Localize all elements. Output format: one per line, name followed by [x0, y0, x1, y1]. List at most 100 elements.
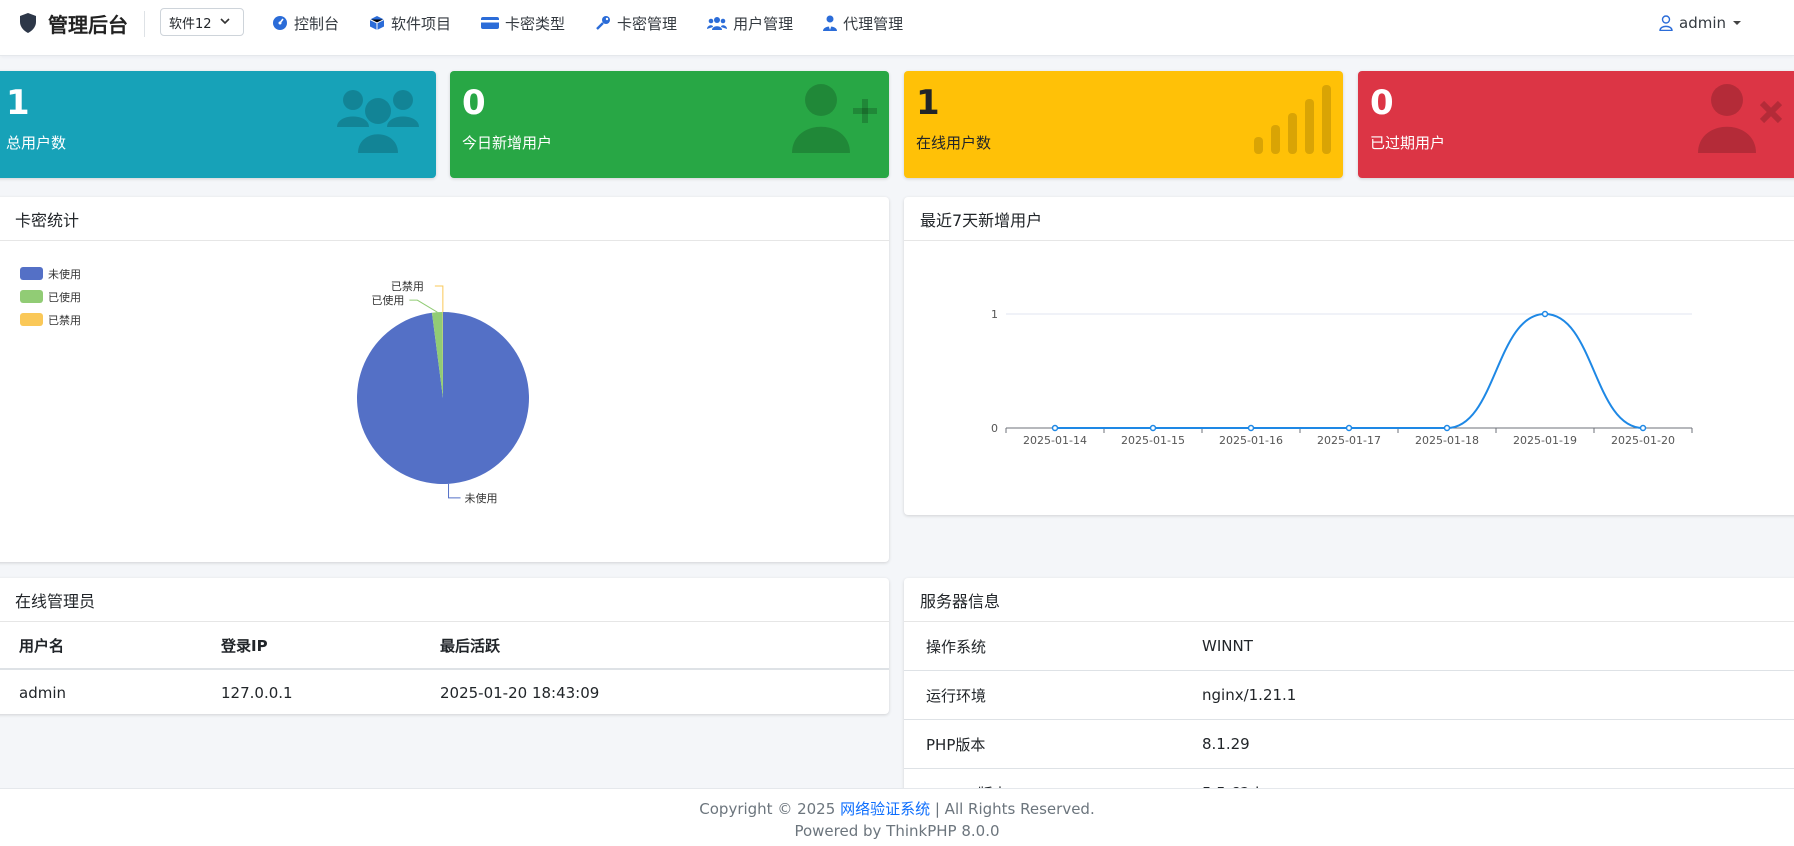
stat-value: 1: [6, 83, 30, 123]
shield-icon: [18, 12, 38, 34]
nav-dashboard-label: 控制台: [294, 13, 339, 34]
cell-login-ip: 127.0.0.1: [202, 669, 421, 714]
stat-label: 已过期用户: [1370, 132, 1445, 153]
pie-leader-line: [409, 300, 437, 312]
nav-software[interactable]: 软件项目: [369, 13, 451, 34]
table-row: 运行环境 nginx/1.21.1: [904, 671, 1794, 720]
brand[interactable]: 管理后台: [18, 0, 128, 46]
server-key: 运行环境: [904, 671, 1180, 720]
table-header-row: 用户名 登录IP 最后活跃: [0, 622, 889, 669]
stat-card-online-users: 1 在线用户数: [904, 71, 1343, 178]
caret-down-icon: [1732, 20, 1742, 26]
legend-label[interactable]: 已禁用: [48, 314, 81, 327]
x-tick-label: 2025-01-16: [1219, 434, 1283, 447]
stat-value: 0: [1370, 83, 1394, 123]
software-select[interactable]: 软件12: [160, 8, 244, 36]
card-stats-title: 卡密统计: [0, 197, 889, 241]
y-tick-label: 1: [991, 308, 998, 321]
online-admins-panel: 在线管理员 用户名 登录IP 最后活跃 admin 127.0.0.1 2025…: [0, 578, 889, 714]
pie-slice-label: 已使用: [371, 294, 404, 307]
table-row: 操作系统 WINNT: [904, 622, 1794, 671]
nav-dashboard[interactable]: 控制台: [272, 13, 339, 34]
stat-label: 今日新增用户: [462, 132, 552, 153]
stat-label: 总用户数: [6, 132, 66, 153]
nav-agents[interactable]: 代理管理: [823, 13, 903, 34]
x-tick-label: 2025-01-18: [1415, 434, 1479, 447]
users-icon: [707, 15, 727, 31]
table-row: admin 127.0.0.1 2025-01-20 18:43:09: [0, 669, 889, 714]
nav-links: 控制台 软件项目 卡密类型 卡密管理 用户管理 代理管理: [272, 0, 933, 46]
online-admins-title: 在线管理员: [0, 578, 889, 622]
software-select-value: 软件12: [169, 13, 212, 32]
legend-label[interactable]: 已使用: [48, 291, 81, 304]
col-last-active: 最后活跃: [421, 622, 889, 669]
server-key: 操作系统: [904, 622, 1180, 671]
pie-leader-line: [435, 286, 443, 312]
users-icon: [337, 83, 419, 153]
data-point[interactable]: [1543, 312, 1548, 317]
server-value: nginx/1.21.1: [1180, 671, 1794, 720]
cell-last-active: 2025-01-20 18:43:09: [421, 669, 889, 714]
footer: Copyright © 2025 网络验证系统 | All Rights Res…: [0, 788, 1794, 846]
chevron-down-icon: [219, 15, 231, 27]
user-tie-icon: [823, 15, 837, 31]
cube-icon: [369, 15, 385, 31]
footer-powered: Powered by ThinkPHP 8.0.0: [0, 822, 1794, 840]
x-tick-label: 2025-01-20: [1611, 434, 1675, 447]
nav-agents-label: 代理管理: [843, 13, 903, 34]
x-tick-label: 2025-01-17: [1317, 434, 1381, 447]
data-point[interactable]: [1249, 426, 1254, 431]
server-value: 8.1.29: [1180, 720, 1794, 769]
pie-slice-label: 未使用: [465, 492, 498, 505]
data-point[interactable]: [1151, 426, 1156, 431]
credit-card-icon: [481, 16, 499, 30]
server-info-panel: 服务器信息 操作系统 WINNT 运行环境 nginx/1.21.1 PHP版本…: [904, 578, 1794, 818]
series-line: [1055, 314, 1643, 428]
user-plus-icon: [792, 83, 878, 153]
new-users-panel: 最近7天新增用户 012025-01-142025-01-152025-01-1…: [904, 197, 1794, 515]
footer-rights: | All Rights Reserved.: [935, 800, 1095, 818]
footer-copyright: Copyright © 2025 网络验证系统 | All Rights Res…: [0, 798, 1794, 819]
footer-copyright-prefix: Copyright © 2025: [699, 800, 835, 818]
col-username: 用户名: [0, 622, 202, 669]
server-key: PHP版本: [904, 720, 1180, 769]
nav-card-types[interactable]: 卡密类型: [481, 13, 565, 34]
data-point[interactable]: [1347, 426, 1352, 431]
card-stats-panel: 卡密统计 未使用已使用已禁用 未使用已使用已禁用: [0, 197, 889, 562]
data-point[interactable]: [1053, 426, 1058, 431]
nav-card-manage-label: 卡密管理: [617, 13, 677, 34]
nav-users[interactable]: 用户管理: [707, 13, 793, 34]
legend-swatch[interactable]: [20, 290, 43, 303]
footer-site-link[interactable]: 网络验证系统: [840, 800, 930, 818]
top-navbar: 管理后台 软件12 控制台 软件项目 卡密类型 卡密管理 用户管理: [0, 0, 1794, 56]
server-value: WINNT: [1180, 622, 1794, 671]
data-point[interactable]: [1445, 426, 1450, 431]
stat-card-new-users: 0 今日新增用户: [450, 71, 889, 178]
online-admins-table: 用户名 登录IP 最后活跃 admin 127.0.0.1 2025-01-20…: [0, 622, 889, 714]
nav-divider: [144, 11, 145, 37]
stat-card-total-users: 1 总用户数: [0, 71, 436, 178]
legend-swatch[interactable]: [20, 313, 43, 326]
pie-slice-label: 已禁用: [391, 280, 424, 293]
legend-swatch[interactable]: [20, 267, 43, 280]
stat-value: 0: [462, 83, 486, 123]
nav-card-manage[interactable]: 卡密管理: [595, 13, 677, 34]
col-login-ip: 登录IP: [202, 622, 421, 669]
card-stats-pie-chart: 未使用已使用已禁用 未使用已使用已禁用: [0, 241, 889, 561]
brand-title: 管理后台: [48, 9, 128, 38]
dashboard-icon: [272, 15, 288, 31]
nav-card-types-label: 卡密类型: [505, 13, 565, 34]
new-users-line-chart: 012025-01-142025-01-152025-01-162025-01-…: [904, 241, 1794, 515]
x-tick-label: 2025-01-14: [1023, 434, 1087, 447]
user-icon: [1659, 15, 1673, 31]
new-users-title: 最近7天新增用户: [904, 197, 1794, 241]
user-menu[interactable]: admin: [1659, 0, 1742, 46]
legend-label[interactable]: 未使用: [48, 268, 81, 281]
user-menu-name: admin: [1679, 14, 1726, 32]
key-icon: [595, 15, 611, 31]
stat-label: 在线用户数: [916, 132, 991, 153]
data-point[interactable]: [1641, 426, 1646, 431]
signal-icon: [1254, 85, 1334, 155]
pie-leader-line: [449, 484, 461, 498]
nav-software-label: 软件项目: [391, 13, 451, 34]
